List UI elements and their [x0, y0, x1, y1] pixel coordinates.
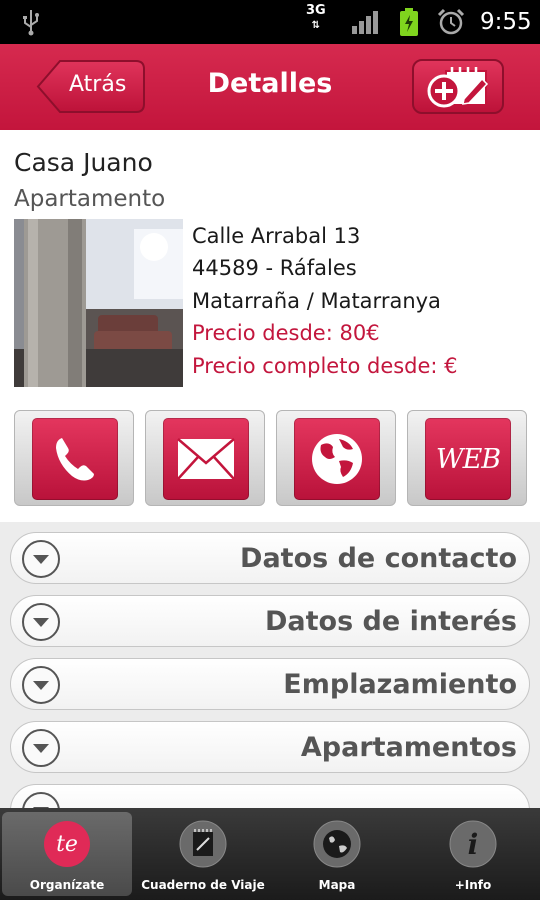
battery-icon: [400, 8, 418, 36]
listing-full-price: Precio completo desde: €: [192, 354, 458, 378]
section-partial[interactable]: [10, 784, 530, 808]
status-bar: 3G ⇅ 9:55: [0, 0, 540, 44]
email-button[interactable]: [145, 410, 265, 506]
sections-list: Datos de contacto Datos de interés Empla…: [0, 522, 540, 808]
chevron-down-icon: [22, 729, 60, 767]
clock: 9:55: [480, 9, 532, 35]
nav-info[interactable]: i +Info: [408, 812, 538, 896]
call-button[interactable]: [14, 410, 134, 506]
chevron-down-icon: [22, 666, 60, 704]
section-emplazamiento[interactable]: Emplazamiento: [10, 658, 530, 710]
web-label: WEB: [435, 443, 501, 475]
nav-label: +Info: [454, 878, 492, 892]
add-edit-button[interactable]: [412, 59, 504, 114]
network-3g-icon: 3G ⇅: [306, 3, 326, 32]
phone-icon: [56, 438, 94, 481]
nav-organizate[interactable]: te Organízate: [2, 812, 132, 896]
chevron-down-icon: [22, 540, 60, 578]
listing-name: Casa Juano: [14, 148, 153, 177]
section-label: Emplazamiento: [283, 669, 517, 700]
nav-mapa[interactable]: Mapa: [272, 812, 402, 896]
listing-region: Matarraña / Matarranya: [192, 289, 441, 313]
bottom-nav: te Organízate Cuaderno de Viaje Mapa i +…: [0, 808, 540, 900]
svg-text:i: i: [468, 828, 479, 861]
svg-text:te: te: [56, 832, 78, 857]
notebook-icon: [179, 820, 227, 868]
chevron-down-icon: [22, 603, 60, 641]
listing-address: Calle Arrabal 13: [192, 224, 361, 248]
te-logo-icon: te: [44, 821, 90, 867]
globe-icon: [312, 434, 362, 484]
nav-label: Organízate: [29, 878, 105, 892]
website-globe-button[interactable]: [276, 410, 396, 506]
alarm-icon: [437, 8, 465, 35]
section-apartamentos[interactable]: Apartamentos: [10, 721, 530, 773]
usb-icon: [23, 10, 39, 36]
section-label: Apartamentos: [300, 732, 517, 763]
info-icon: i: [449, 820, 497, 868]
web-button[interactable]: WEB: [407, 410, 527, 506]
section-label: Datos de contacto: [240, 543, 517, 574]
title-bar: Atrás Detalles: [0, 44, 540, 130]
chevron-down-icon: [22, 792, 60, 808]
nav-cuaderno[interactable]: Cuaderno de Viaje: [138, 812, 268, 896]
nav-label: Mapa: [318, 878, 356, 892]
listing-postal: 44589 - Ráfales: [192, 256, 357, 280]
add-edit-icon: [427, 67, 489, 108]
globe-icon: [313, 820, 361, 868]
section-datos-contacto[interactable]: Datos de contacto: [10, 532, 530, 584]
mail-icon: [177, 438, 235, 480]
signal-icon: [352, 11, 378, 34]
section-label: Datos de interés: [265, 606, 517, 637]
section-datos-interes[interactable]: Datos de interés: [10, 595, 530, 647]
listing-photo: [14, 219, 183, 387]
listing-price: Precio desde: 80€: [192, 321, 380, 345]
listing-type: Apartamento: [14, 186, 166, 212]
nav-label: Cuaderno de Viaje: [141, 878, 265, 892]
